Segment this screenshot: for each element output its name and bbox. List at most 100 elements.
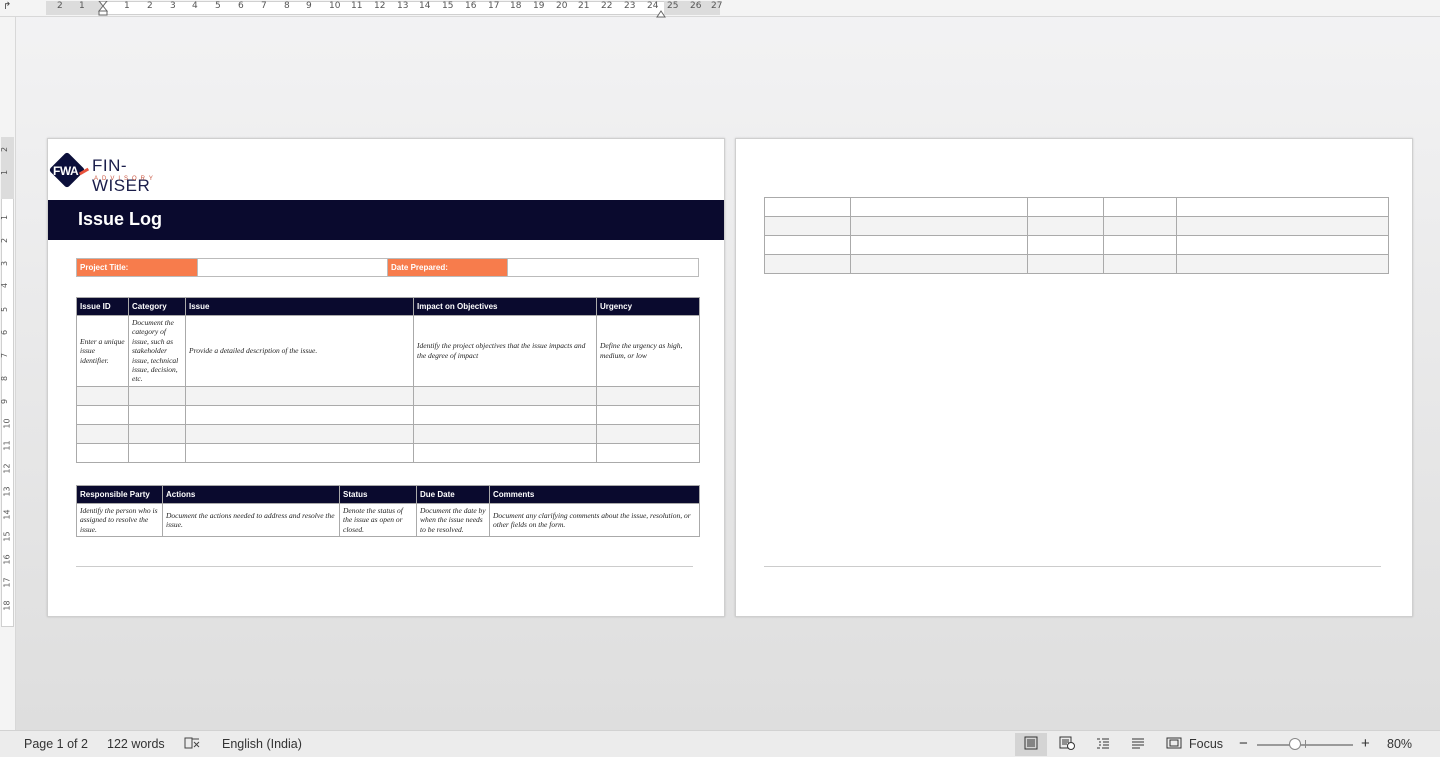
zoom-out-button[interactable]: − <box>1239 735 1248 752</box>
table-cell[interactable] <box>1103 216 1177 236</box>
header-status[interactable]: Status <box>339 485 417 504</box>
project-title-label: Project Title: <box>77 259 197 276</box>
table-cell[interactable]: Identify the person who is assigned to r… <box>76 502 163 538</box>
tab-stop-icon[interactable]: ↱ <box>3 1 11 12</box>
table-cell[interactable] <box>1027 216 1104 236</box>
header-comments[interactable]: Comments <box>489 485 700 504</box>
table-cell[interactable] <box>413 385 597 406</box>
table-cell[interactable]: Document the category of issue, such as … <box>128 315 186 387</box>
table-cell[interactable] <box>1103 254 1177 274</box>
table-cell[interactable]: Provide a detailed description of the is… <box>185 315 414 387</box>
table-cell[interactable] <box>76 423 129 444</box>
table-cell[interactable] <box>185 385 414 406</box>
table-cell[interactable] <box>1027 235 1104 255</box>
table-cell[interactable] <box>850 216 1028 236</box>
title-banner: Issue Log <box>48 200 724 240</box>
action-table[interactable]: Responsible Party Actions Status Due Dat… <box>76 485 700 538</box>
table-cell[interactable] <box>850 254 1028 274</box>
proofing-icon[interactable] <box>184 736 200 750</box>
table-cell[interactable] <box>413 442 597 463</box>
language[interactable]: English (India) <box>222 737 302 751</box>
logo-mark: FWA <box>53 164 79 178</box>
table-cell[interactable] <box>128 385 186 406</box>
header-urgency[interactable]: Urgency <box>596 297 700 316</box>
table-cell[interactable] <box>596 423 700 444</box>
document-title[interactable]: Issue Log <box>78 209 162 230</box>
table-cell[interactable] <box>764 216 851 236</box>
table-cell[interactable]: Identify the project objectives that the… <box>413 315 597 387</box>
vertical-ruler[interactable]: 2 1 1 2 3 4 5 6 7 8 9 10 11 12 13 14 15 16 17 18 <box>0 17 16 737</box>
table-cell[interactable] <box>1027 197 1104 217</box>
table-cell[interactable] <box>764 235 851 255</box>
table-cell[interactable] <box>1176 235 1389 255</box>
header-actions[interactable]: Actions <box>162 485 340 504</box>
date-prepared-label: Date Prepared: <box>387 259 507 276</box>
zoom-in-button[interactable]: + <box>1361 735 1370 752</box>
table-cell[interactable]: Document the date by when the issue need… <box>416 502 490 538</box>
draft-view-icon[interactable] <box>1131 736 1145 750</box>
header-issue[interactable]: Issue <box>185 297 414 316</box>
vruler-number: 9 <box>0 398 10 405</box>
table-cell[interactable] <box>76 404 129 425</box>
table-cell[interactable]: Define the urgency as high, medium, or l… <box>596 315 700 387</box>
table-cell[interactable] <box>596 442 700 463</box>
right-indent-marker-icon[interactable] <box>656 5 666 18</box>
zoom-slider-handle[interactable] <box>1289 738 1301 750</box>
table-cell[interactable] <box>185 423 414 444</box>
table-cell[interactable] <box>185 442 414 463</box>
page-1[interactable]: FWA FIN-WISER ADVISORY Issue Log Project… <box>47 138 725 617</box>
vruler-number: 2 <box>0 237 10 244</box>
horizontal-ruler[interactable]: ↱ 2 1 1 2 3 4 5 6 7 8 9 10 11 12 13 14 15 16 17 18 19 20 21 22 2… <box>0 0 1440 18</box>
focus-label[interactable]: Focus <box>1189 737 1223 751</box>
header-responsible-party[interactable]: Responsible Party <box>76 485 163 504</box>
header-category[interactable]: Category <box>128 297 186 316</box>
word-count[interactable]: 122 words <box>107 737 165 751</box>
page-count[interactable]: Page 1 of 2 <box>24 737 88 751</box>
table-cell[interactable] <box>76 385 129 406</box>
header-impact[interactable]: Impact on Objectives <box>413 297 597 316</box>
zoom-level[interactable]: 80% <box>1387 737 1412 751</box>
table-cell[interactable] <box>128 423 186 444</box>
table-cell[interactable] <box>596 385 700 406</box>
table-cell[interactable]: Document any clarifying comments about t… <box>489 502 700 538</box>
table-cell[interactable] <box>128 404 186 425</box>
table-cell[interactable] <box>1176 254 1389 274</box>
table-cell[interactable] <box>1103 235 1177 255</box>
table-cell[interactable] <box>1176 216 1389 236</box>
table-cell[interactable]: Denote the status of the issue as open o… <box>339 502 417 538</box>
table-cell[interactable] <box>128 442 186 463</box>
table-cell[interactable] <box>596 404 700 425</box>
table-cell[interactable] <box>850 235 1028 255</box>
table-cell[interactable] <box>185 404 414 425</box>
table-cell[interactable] <box>764 197 851 217</box>
ruler-number: 26 <box>690 1 702 11</box>
indent-marker-icon[interactable] <box>97 0 109 16</box>
table-cell[interactable] <box>413 423 597 444</box>
web-layout-icon[interactable] <box>1059 736 1075 750</box>
table-cell[interactable] <box>76 442 129 463</box>
print-layout-icon[interactable] <box>1024 736 1038 750</box>
table-row <box>76 442 700 463</box>
table-cell[interactable]: Enter a unique issue identifier. <box>76 315 129 387</box>
date-prepared-field[interactable] <box>507 259 698 276</box>
issue-table[interactable]: Issue ID Category Issue Impact on Object… <box>76 297 700 463</box>
table-cell[interactable] <box>764 254 851 274</box>
table-cell[interactable] <box>1103 197 1177 217</box>
ruler-number: 12 <box>374 1 386 11</box>
table-cell[interactable] <box>850 197 1028 217</box>
project-title-field[interactable] <box>197 259 387 276</box>
header-issue-id[interactable]: Issue ID <box>76 297 129 316</box>
ruler-number: 19 <box>533 1 545 11</box>
table-cell[interactable]: Document the actions needed to address a… <box>162 502 340 538</box>
continuation-table[interactable] <box>764 197 1389 274</box>
header-due-date[interactable]: Due Date <box>416 485 490 504</box>
ruler-number: 3 <box>170 1 176 11</box>
table-cell[interactable] <box>413 404 597 425</box>
vruler-number: 12 <box>2 463 12 474</box>
vruler-number: 1 <box>0 169 10 176</box>
outline-view-icon[interactable] <box>1096 736 1110 750</box>
focus-icon[interactable] <box>1166 736 1182 750</box>
table-cell[interactable] <box>1176 197 1389 217</box>
page-2[interactable] <box>735 138 1413 617</box>
table-cell[interactable] <box>1027 254 1104 274</box>
